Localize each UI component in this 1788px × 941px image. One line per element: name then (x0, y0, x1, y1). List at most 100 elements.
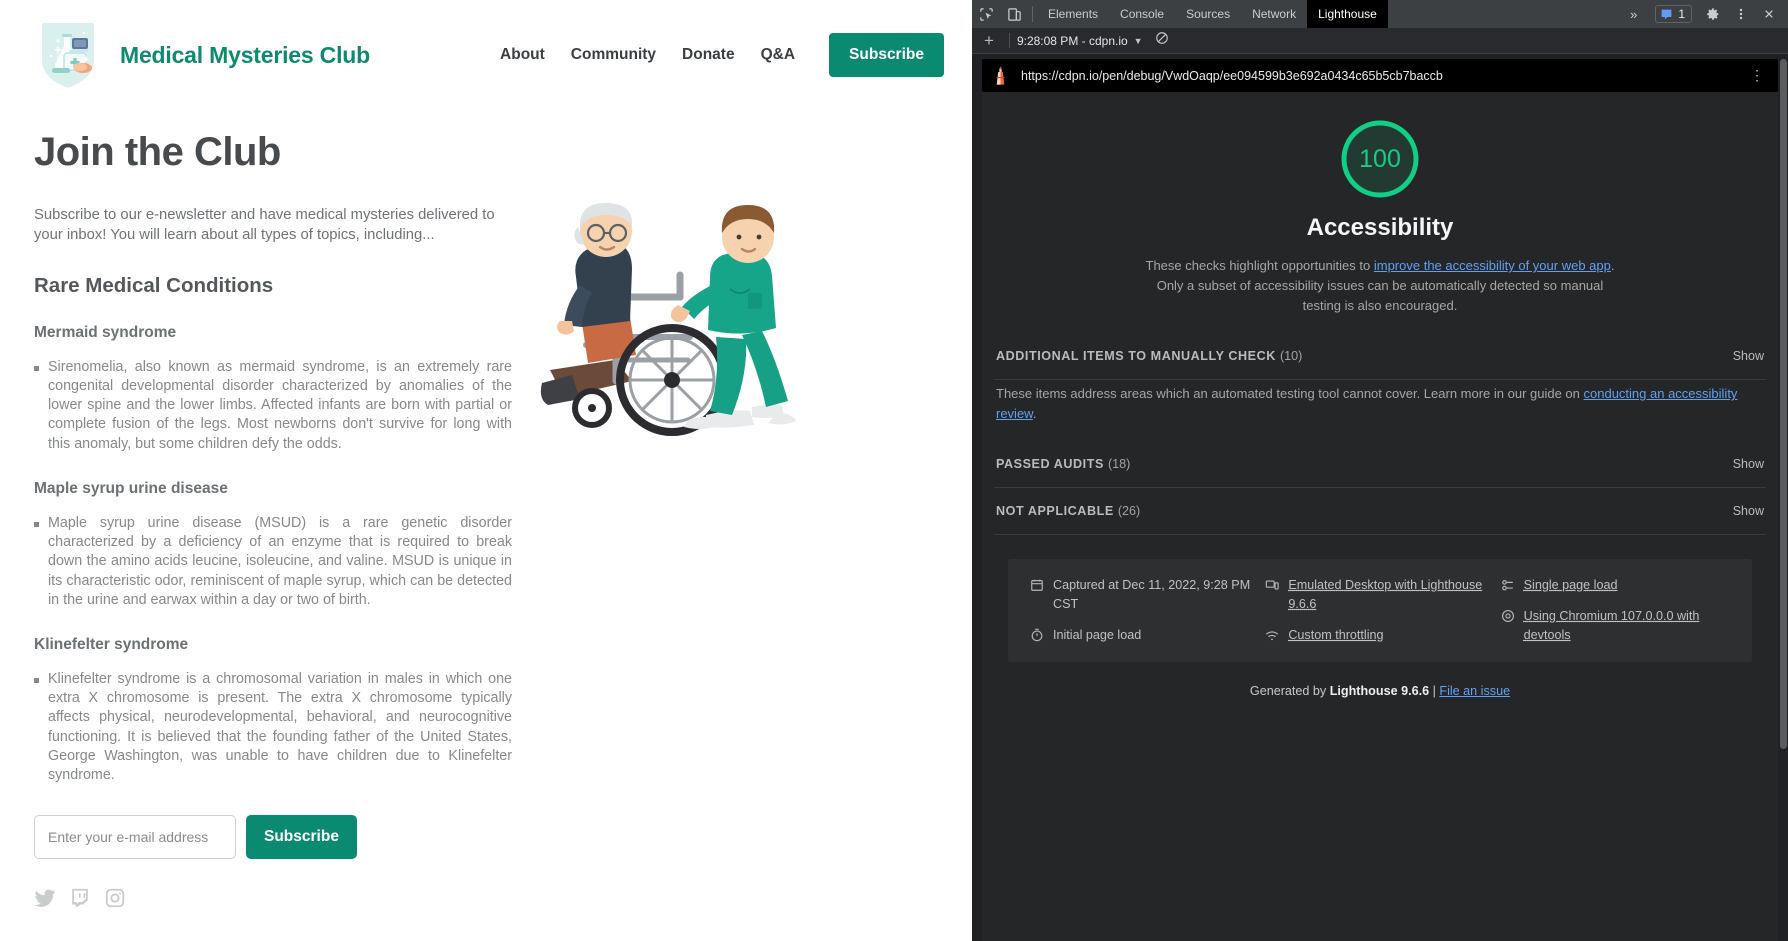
file-an-issue-link[interactable]: File an issue (1439, 684, 1510, 698)
accessibility-score-gauge: 100 (1339, 118, 1421, 200)
nav-item-donate[interactable]: Donate (682, 46, 735, 64)
tab-lighthouse[interactable]: Lighthouse (1307, 0, 1388, 28)
calendar-icon (1030, 578, 1044, 592)
issues-icon (1660, 8, 1673, 21)
screen: Medical Mysteries Club About Community D… (0, 0, 1788, 941)
clump-description-part1: These items address areas which an autom… (996, 386, 1584, 401)
issues-count: 1 (1678, 7, 1685, 21)
stopwatch-icon (1030, 628, 1044, 642)
metadata-page-load: Initial page load (1030, 626, 1259, 645)
condition-heading-mermaid-syndrome: Mermaid syndrome (34, 324, 512, 342)
metadata-throttling: Custom throttling (1265, 626, 1494, 645)
footer-separator: | (1429, 684, 1439, 698)
twitch-icon[interactable] (69, 887, 91, 909)
main-nav: About Community Donate Q&A Subscribe (500, 33, 944, 77)
metadata-chromium: Using Chromium 107.0.0.0 with devtools (1501, 607, 1730, 645)
metadata-emulation-text[interactable]: Emulated Desktop with Lighthouse 9.6.6 (1288, 576, 1494, 614)
metadata-column-1: Captured at Dec 11, 2022, 9:28 PM CST In… (1030, 576, 1259, 645)
clump-count: (26) (1118, 504, 1140, 518)
newsletter-form: Subscribe (34, 815, 512, 859)
kebab-menu-icon[interactable] (1728, 1, 1754, 27)
spacer (982, 315, 1778, 333)
medical-shield-logo-icon (34, 16, 102, 94)
more-tabs-icon[interactable]: » (1620, 7, 1647, 22)
lighthouse-icon (992, 66, 1009, 85)
metadata-captured: Captured at Dec 11, 2022, 9:28 PM CST (1030, 576, 1259, 614)
email-input[interactable] (34, 815, 236, 859)
clump-toggle-passed-audits[interactable]: Show (1733, 457, 1764, 471)
lighthouse-subbar: + 9:28:08 PM - cdpn.io ▼ (972, 28, 1788, 54)
condition-heading-klinefelter-syndrome: Klinefelter syndrome (34, 636, 512, 654)
improve-accessibility-link[interactable]: improve the accessibility of your web ap… (1374, 258, 1611, 273)
brand-name[interactable]: Medical Mysteries Club (120, 42, 370, 69)
condition-list-maple-syrup-urine-disease: Maple syrup urine disease (MSUD) is a ra… (34, 514, 512, 610)
clump-header-not-applicable[interactable]: NOT APPLICABLE (26) Show (982, 488, 1778, 534)
devtools-toolbar-right: » 1 (1620, 0, 1788, 28)
clump-title: NOT APPLICABLE (26) (996, 504, 1140, 518)
close-icon[interactable] (1756, 1, 1782, 27)
nav-item-qa[interactable]: Q&A (761, 46, 795, 64)
clump-description-manual-check: These items address areas which an autom… (982, 380, 1778, 441)
audited-url[interactable]: https://cdpn.io/pen/debug/VwdOaqp/ee0945… (1021, 69, 1742, 83)
web-page: Medical Mysteries Club About Community D… (0, 0, 972, 941)
report-kebab-menu-icon[interactable]: ⋮ (1742, 67, 1772, 84)
throttling-link[interactable]: Custom throttling (1288, 628, 1383, 642)
clump-title-text: NOT APPLICABLE (996, 504, 1114, 518)
issues-badge[interactable]: 1 (1655, 5, 1692, 23)
clump-title: PASSED AUDITS (18) (996, 457, 1130, 471)
toolbar-divider (1032, 6, 1033, 22)
report-footer: Generated by Lighthouse 9.6.6 | File an … (982, 662, 1778, 698)
tab-network[interactable]: Network (1241, 0, 1307, 28)
audit-run-select[interactable]: 9:28:08 PM - cdpn.io (1017, 34, 1128, 48)
lighthouse-report: 100 Accessibility These checks highlight… (982, 92, 1778, 941)
metadata-single-page-text[interactable]: Single page load (1524, 576, 1618, 595)
hero-illustration-wheelchair (520, 185, 830, 455)
divider (994, 534, 1766, 535)
clear-icon[interactable] (1155, 31, 1169, 50)
tab-console[interactable]: Console (1109, 0, 1175, 28)
tab-sources[interactable]: Sources (1175, 0, 1241, 28)
clump-header-passed-audits[interactable]: PASSED AUDITS (18) Show (982, 441, 1778, 487)
instagram-icon[interactable] (104, 887, 126, 909)
clump-count: (10) (1280, 349, 1302, 363)
clump-title-text: PASSED AUDITS (996, 457, 1104, 471)
axis-icon (1501, 578, 1515, 592)
metadata-captured-text: Captured at Dec 11, 2022, 9:28 PM CST (1053, 576, 1259, 614)
twitter-icon[interactable] (34, 887, 56, 909)
list-item: Klinefelter syndrome is a chromosomal va… (34, 670, 512, 785)
lighthouse-url-bar: https://cdpn.io/pen/debug/VwdOaqp/ee0945… (982, 59, 1778, 92)
single-page-link[interactable]: Single page load (1524, 578, 1618, 592)
section-heading: Rare Medical Conditions (34, 274, 512, 298)
clump-description-part2: . (1033, 406, 1037, 421)
emulation-link[interactable]: Emulated Desktop with Lighthouse 9.6.6 (1288, 578, 1482, 611)
chevron-down-icon[interactable]: ▼ (1134, 36, 1143, 46)
new-audit-button[interactable]: + (976, 32, 1002, 49)
page-title: Join the Club (34, 130, 938, 175)
metadata-emulation: Emulated Desktop with Lighthouse 9.6.6 (1265, 576, 1494, 614)
subbar-divider (1009, 33, 1010, 48)
gear-icon[interactable] (1700, 1, 1726, 27)
clump-header-manual-check[interactable]: ADDITIONAL ITEMS TO MANUALLY CHECK (10) … (982, 333, 1778, 379)
tab-elements[interactable]: Elements (1037, 0, 1109, 28)
device-toolbar-icon[interactable] (1000, 0, 1028, 28)
category-title: Accessibility (1307, 214, 1454, 242)
clump-toggle-manual-check[interactable]: Show (1733, 349, 1764, 363)
category-description: These checks highlight opportunities to … (1140, 256, 1620, 315)
intro-paragraph: Subscribe to our e-newsletter and have m… (34, 205, 512, 246)
inspect-element-icon[interactable] (972, 0, 1000, 28)
metadata-throttling-text[interactable]: Custom throttling (1288, 626, 1383, 645)
metadata-column-3: Single page load Using Chromium 107.0.0.… (1501, 576, 1730, 645)
nav-item-about[interactable]: About (500, 46, 545, 64)
score-value: 100 (1339, 118, 1421, 200)
newsletter-subscribe-button[interactable]: Subscribe (246, 815, 357, 859)
header-subscribe-button[interactable]: Subscribe (829, 33, 944, 77)
score-gauge-wrapper: 100 Accessibility These checks highlight… (982, 92, 1778, 315)
devices-icon (1265, 578, 1279, 592)
scrollbar-thumb[interactable] (1780, 59, 1787, 749)
metadata-chromium-text[interactable]: Using Chromium 107.0.0.0 with devtools (1524, 607, 1730, 645)
chromium-link[interactable]: Using Chromium 107.0.0.0 with devtools (1524, 609, 1700, 642)
nav-item-community[interactable]: Community (571, 46, 656, 64)
devtools-scrollbar[interactable] (1779, 59, 1788, 941)
clump-toggle-not-applicable[interactable]: Show (1733, 504, 1764, 518)
condition-list-klinefelter-syndrome: Klinefelter syndrome is a chromosomal va… (34, 670, 512, 785)
